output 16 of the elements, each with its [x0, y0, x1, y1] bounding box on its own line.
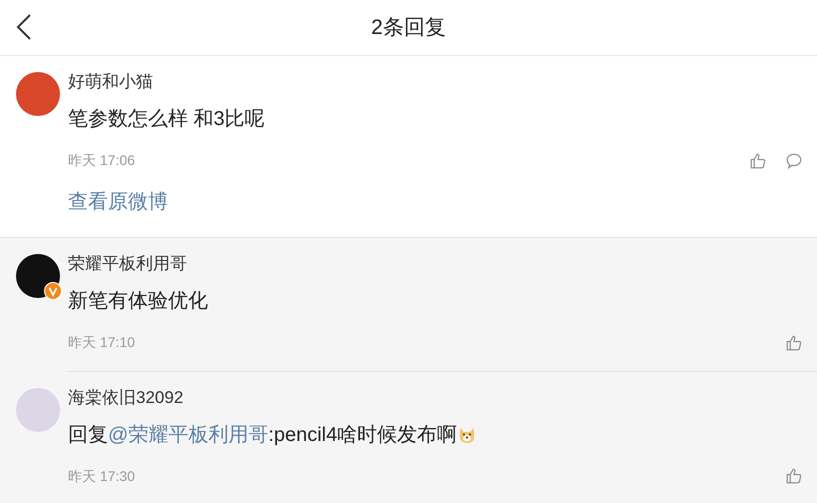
thumbs-up-icon[interactable]	[785, 467, 803, 485]
page-title: 2条回复	[371, 14, 446, 41]
comment-icon[interactable]	[785, 152, 803, 170]
author-name[interactable]: 好萌和小猫	[68, 71, 801, 93]
back-icon[interactable]	[16, 14, 32, 40]
view-original-link[interactable]: 查看原微博	[68, 187, 168, 217]
comment-text: 回复@荣耀平板利用哥:pencil4啥时候发布啊	[68, 422, 458, 448]
comment-text: 新笔有体验优化	[68, 289, 208, 314]
comment-time: 昨天 17:06	[68, 151, 136, 170]
comment-time: 昨天 17:10	[68, 333, 136, 352]
author-name[interactable]: 海棠依旧32092	[68, 386, 801, 408]
comment-text: 笔参数怎么样 和3比呢	[68, 107, 265, 132]
comment-time: 昨天 17:30	[68, 466, 136, 486]
thumbs-up-icon[interactable]	[749, 152, 767, 170]
author-name[interactable]: 荣耀平板利用哥	[68, 253, 801, 275]
thumbs-up-icon[interactable]	[785, 334, 803, 352]
